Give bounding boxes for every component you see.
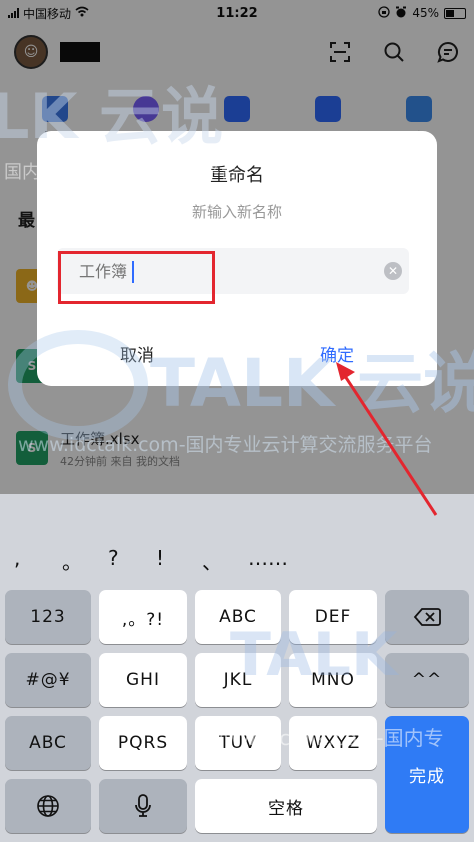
suggestion-item[interactable]: 、 [202,546,222,575]
globe-icon [37,795,59,817]
key-ghi[interactable]: GHI [99,653,187,707]
rename-dialog: 重命名 新输入新名称 ✕ 取消 确定 [37,131,437,386]
cancel-button[interactable]: 取消 [77,341,197,366]
globe-key[interactable] [5,779,91,833]
clear-icon[interactable]: ✕ [384,262,402,280]
microphone-icon [135,794,151,817]
key-emoticon[interactable]: ^^ [385,653,469,707]
suggestion-item[interactable]: ? [108,546,119,570]
key-punct[interactable]: ,。?! [99,590,187,644]
keyboard: , 。 ? ! 、 …… 123 ,。?! ABC DEF #@¥ GHI JK… [0,494,474,842]
suggestion-item[interactable]: , [14,546,20,570]
space-key[interactable]: 空格 [195,779,377,833]
dialog-subtitle: 新输入新名称 [191,203,282,221]
key-jkl[interactable]: JKL [195,653,281,707]
key-tuv[interactable]: TUV [195,716,281,770]
key-def[interactable]: DEF [289,590,377,644]
key-symbols[interactable]: #@¥ [5,653,91,707]
key-mno[interactable]: MNO [289,653,377,707]
backspace-key[interactable] [385,590,469,644]
key-123[interactable]: 123 [5,590,91,644]
microphone-key[interactable] [99,779,187,833]
input-highlight-box [58,251,215,304]
suggestion-item[interactable]: 。 [62,546,82,575]
dialog-title: 重命名 [210,165,264,186]
key-abc[interactable]: ABC [195,590,281,644]
suggestion-bar: , 。 ? ! 、 …… [0,494,474,580]
key-abc-switch[interactable]: ABC [5,716,91,770]
key-wxyz[interactable]: WXYZ [289,716,377,770]
suggestion-item[interactable]: …… [248,546,288,570]
key-pqrs[interactable]: PQRS [99,716,187,770]
backspace-icon [413,608,441,626]
confirm-button[interactable]: 确定 [277,341,397,366]
suggestion-item[interactable]: ! [156,546,164,570]
done-key[interactable]: 完成 [385,716,469,833]
